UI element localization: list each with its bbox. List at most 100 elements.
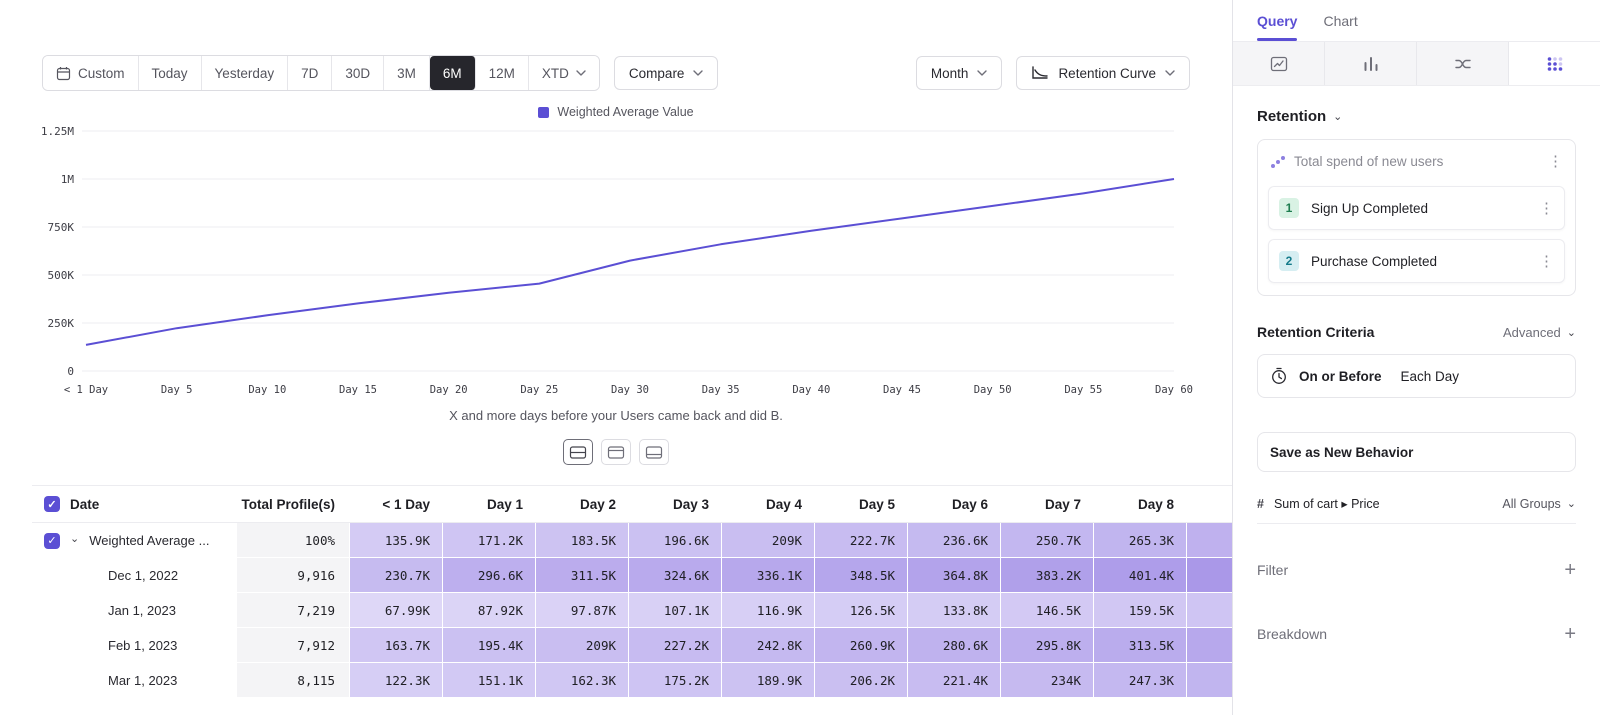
profiles-cell[interactable]: 8,115 <box>237 663 349 698</box>
behavior-steps-icon <box>1270 155 1286 169</box>
groups-dropdown[interactable]: All Groups ⌄ <box>1502 497 1576 511</box>
tab-query[interactable]: Query <box>1257 0 1297 41</box>
value-cell[interactable]: 135.9K <box>349 523 442 558</box>
value-cell[interactable]: 295.8K <box>1000 628 1093 663</box>
value-cell[interactable]: 122.3K <box>349 663 442 698</box>
granularity-button[interactable]: Month <box>916 56 1003 90</box>
value-cell[interactable]: 260.9K <box>814 628 907 663</box>
compare-button[interactable]: Compare <box>614 56 719 90</box>
chart-type-retention[interactable] <box>1509 42 1600 85</box>
column-header-day: Day 2 <box>535 486 628 522</box>
profiles-cell[interactable]: 100% <box>237 523 349 558</box>
value-cell[interactable]: 209K <box>535 628 628 663</box>
value-cell[interactable]: 196.6K <box>628 523 721 558</box>
add-filter-button[interactable]: + <box>1564 560 1576 580</box>
date-preset-label: Today <box>152 66 188 81</box>
value-cell[interactable]: 209K <box>721 523 814 558</box>
value-cell[interactable]: 242.8K <box>721 628 814 663</box>
density-tall-button[interactable] <box>639 439 669 465</box>
query-sidebar: Query Chart <box>1232 0 1600 715</box>
value-cell[interactable]: 151.1K <box>442 663 535 698</box>
behavior-step-2[interactable]: 2 Purchase Completed ⋮ <box>1268 239 1565 283</box>
value-cell[interactable]: 189.9K <box>721 663 814 698</box>
value-cell[interactable]: 133.8K <box>907 593 1000 628</box>
svg-text:< 1 Day: < 1 Day <box>64 384 108 396</box>
chart-type-bar[interactable] <box>1325 42 1417 85</box>
value-cell[interactable]: 364.8K <box>907 558 1000 593</box>
date-preset-7d[interactable]: 7D <box>288 56 332 90</box>
value-cell[interactable]: 87.92K <box>442 593 535 628</box>
chart-type-flows[interactable] <box>1417 42 1509 85</box>
value-cell[interactable]: 163.7K <box>349 628 442 663</box>
kebab-menu-icon[interactable]: ⋮ <box>1539 201 1554 216</box>
value-cell[interactable]: 221.4K <box>907 663 1000 698</box>
date-preset-3m[interactable]: 3M <box>384 56 430 90</box>
value-cell[interactable]: 236.6K <box>907 523 1000 558</box>
svg-text:Day 30: Day 30 <box>611 384 649 396</box>
density-compact-button[interactable] <box>563 439 593 465</box>
value-cell[interactable]: 206.2K <box>814 663 907 698</box>
save-as-new-behavior-button[interactable]: Save as New Behavior <box>1257 432 1576 472</box>
expand-chevron-icon[interactable]: ⌄ <box>70 532 79 545</box>
value-cell[interactable]: 159.5K <box>1093 593 1186 628</box>
date-preset-label: 6M <box>443 66 462 81</box>
value-cell[interactable]: 313.5K <box>1093 628 1186 663</box>
value-cell[interactable]: 67.99K <box>349 593 442 628</box>
value-cell-clipped <box>1186 663 1232 698</box>
kebab-menu-icon[interactable]: ⋮ <box>1539 254 1554 269</box>
chart-type-button[interactable]: Retention Curve <box>1016 56 1190 90</box>
value-cell[interactable]: 97.87K <box>535 593 628 628</box>
value-cell[interactable]: 280.6K <box>907 628 1000 663</box>
date-preset-today[interactable]: Today <box>139 56 202 90</box>
value-cell[interactable]: 227.2K <box>628 628 721 663</box>
value-cell[interactable]: 336.1K <box>721 558 814 593</box>
date-preset-xtd[interactable]: XTD <box>529 56 599 90</box>
value-cell[interactable]: 250.7K <box>1000 523 1093 558</box>
tab-chart[interactable]: Chart <box>1323 0 1357 41</box>
value-cell[interactable]: 116.9K <box>721 593 814 628</box>
chart-caption: X and more days before your Users came b… <box>0 408 1232 423</box>
profiles-cell[interactable]: 7,219 <box>237 593 349 628</box>
value-cell[interactable]: 222.7K <box>814 523 907 558</box>
value-cell[interactable]: 401.4K <box>1093 558 1186 593</box>
date-preset-6m[interactable]: 6M <box>430 56 476 90</box>
profiles-cell[interactable]: 9,916 <box>237 558 349 593</box>
retention-section-header[interactable]: Retention ⌄ <box>1257 108 1576 125</box>
value-cell[interactable]: 146.5K <box>1000 593 1093 628</box>
chart-type-insights[interactable] <box>1233 42 1325 85</box>
value-cell[interactable]: 311.5K <box>535 558 628 593</box>
value-cell[interactable]: 234K <box>1000 663 1093 698</box>
criteria-timing-row[interactable]: On or Before Each Day <box>1257 354 1576 398</box>
value-cell[interactable]: 126.5K <box>814 593 907 628</box>
value-cell[interactable]: 296.6K <box>442 558 535 593</box>
tab-query-label: Query <box>1257 13 1297 29</box>
kebab-menu-icon[interactable]: ⋮ <box>1548 154 1563 169</box>
calendar-icon <box>56 66 71 81</box>
value-cell[interactable]: 348.5K <box>814 558 907 593</box>
value-cell[interactable]: 265.3K <box>1093 523 1186 558</box>
value-cell[interactable]: 230.7K <box>349 558 442 593</box>
date-preset-yesterday[interactable]: Yesterday <box>202 56 289 90</box>
value-cell[interactable]: 195.4K <box>442 628 535 663</box>
value-cell[interactable]: 162.3K <box>535 663 628 698</box>
date-preset-custom[interactable]: Custom <box>43 56 139 90</box>
criteria-mode-dropdown[interactable]: Advanced ⌄ <box>1503 325 1576 340</box>
density-medium-button[interactable] <box>601 439 631 465</box>
value-cell[interactable]: 171.2K <box>442 523 535 558</box>
profiles-cell[interactable]: 7,912 <box>237 628 349 663</box>
value-cell[interactable]: 175.2K <box>628 663 721 698</box>
measure-row[interactable]: # Sum of cart ▸ Price All Groups ⌄ <box>1257 484 1576 524</box>
value-cell[interactable]: 247.3K <box>1093 663 1186 698</box>
date-preset-12m[interactable]: 12M <box>476 56 529 90</box>
value-cell[interactable]: 324.6K <box>628 558 721 593</box>
select-all-checkbox[interactable]: ✓ <box>44 496 60 512</box>
row-label: Jan 1, 2023 <box>108 603 176 618</box>
row-checkbox[interactable]: ✓ <box>44 533 60 549</box>
behavior-step-1[interactable]: 1 Sign Up Completed ⋮ <box>1268 186 1565 230</box>
behavior-header[interactable]: Total spend of new users ⋮ <box>1268 150 1565 177</box>
add-breakdown-button[interactable]: + <box>1564 624 1576 644</box>
date-preset-30d[interactable]: 30D <box>332 56 384 90</box>
value-cell[interactable]: 383.2K <box>1000 558 1093 593</box>
value-cell[interactable]: 107.1K <box>628 593 721 628</box>
value-cell[interactable]: 183.5K <box>535 523 628 558</box>
